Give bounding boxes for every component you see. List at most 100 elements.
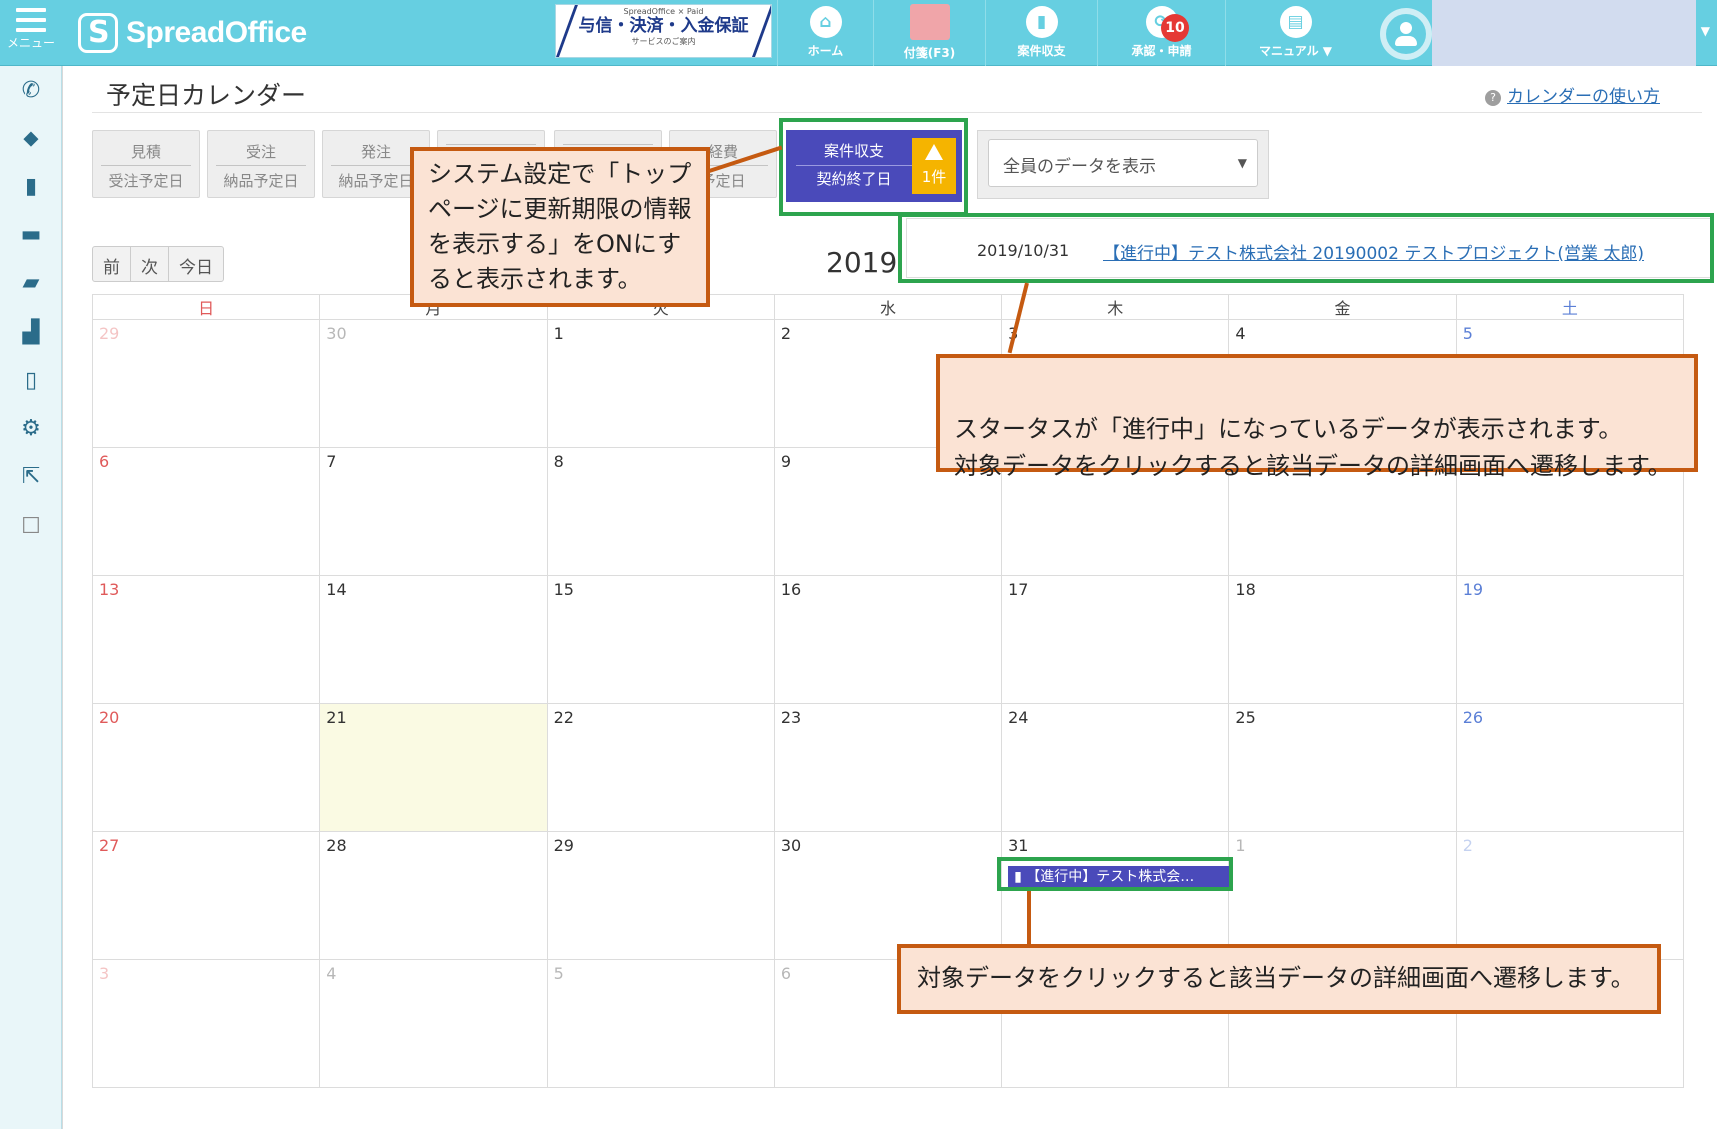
day-cell[interactable]: 26 (1455, 703, 1685, 832)
today-cell[interactable]: 21 (319, 703, 548, 832)
callout-bottom-text: 対象データをクリックすると該当データの詳細画面へ遷移します。 (917, 964, 1635, 992)
nav-home[interactable]: ⌂ ホーム (777, 0, 873, 66)
day-number: 5 (553, 964, 564, 983)
day-cell[interactable]: 29 (546, 831, 775, 960)
day-cell[interactable]: 30 (773, 831, 1003, 960)
day-number: 1 (553, 324, 564, 343)
next-month-button[interactable]: 次 (131, 247, 169, 281)
day-number: 21 (326, 708, 347, 727)
calendar-navigation: 前 次 今日 (92, 246, 224, 282)
day-number: 20 (99, 708, 120, 727)
day-cell[interactable]: 16 (773, 575, 1003, 704)
day-number: 24 (1008, 708, 1029, 727)
day-cell[interactable]: 4 (319, 959, 548, 1088)
day-number: 25 (1235, 708, 1256, 727)
nav-home-label: ホーム (807, 44, 844, 58)
day-cell[interactable]: 15 (546, 575, 775, 704)
day-cell[interactable]: 2 (1455, 831, 1685, 960)
prev-month-button[interactable]: 前 (93, 247, 131, 281)
weekday-sat: 土 (1455, 294, 1685, 320)
day-cell[interactable]: 24 (1001, 703, 1230, 832)
user-avatar[interactable] (1380, 8, 1432, 60)
day-number: 4 (326, 964, 337, 983)
folder-icon[interactable]: ▰ (0, 270, 62, 296)
gear-icon[interactable]: ⚙ (0, 416, 62, 442)
callout-right: スタータスが「進行中」になっているデータが表示されます。 対象データをクリックす… (936, 354, 1698, 480)
bar-chart-icon[interactable]: ▮ (0, 174, 62, 200)
filter-order[interactable]: 受注 納品予定日 (207, 130, 315, 198)
day-number: 13 (99, 580, 120, 599)
day-number: 28 (326, 836, 347, 855)
day-cell[interactable]: 22 (546, 703, 775, 832)
day-cell[interactable]: 31 ▮ 【進行中】テスト株式会… (1001, 831, 1233, 960)
day-number: 2 (780, 324, 792, 343)
day-cell[interactable]: 1 (546, 319, 775, 448)
logo[interactable]: SpreadOffice (78, 10, 307, 56)
tag-icon[interactable]: ⬥ (0, 126, 62, 152)
month-title: 2019 (826, 246, 898, 279)
weekday-sun: 日 (91, 294, 321, 320)
day-number: 31 (1008, 836, 1029, 855)
filter-purchase-label: 発注 (331, 141, 421, 166)
day-number: 29 (99, 324, 120, 343)
user-filter-wrap: 全員のデータを表示 ▼ (977, 130, 1269, 199)
day-cell[interactable]: 7 (319, 447, 548, 576)
day-number: 1 (1235, 836, 1246, 855)
calendar-help-link[interactable]: ? カレンダーの使い方 (1485, 82, 1660, 107)
day-cell[interactable]: 30 (319, 319, 548, 448)
user-menu[interactable]: ▼ (1432, 0, 1710, 66)
day-cell[interactable]: 28 (319, 831, 548, 960)
highlight-calendar-event (997, 857, 1233, 891)
sticky-note-icon (909, 4, 950, 40)
page-title: 予定日カレンダー (106, 81, 307, 110)
day-cell[interactable]: 25 (1228, 703, 1457, 832)
day-number: 30 (326, 324, 347, 343)
day-number: 23 (780, 708, 802, 727)
day-number: 5 (1462, 324, 1473, 343)
nav-approval-label: 承認・申請 (1131, 44, 1192, 58)
day-cell[interactable]: 5 (546, 959, 775, 1088)
day-cell[interactable]: 20 (91, 703, 321, 832)
day-cell[interactable]: 14 (319, 575, 548, 704)
nav-project-balance[interactable]: ▮ 案件収支 (985, 0, 1097, 66)
week-row: 20 21 22 23 24 25 26 (91, 703, 1685, 832)
filter-estimate[interactable]: 見積 受注予定日 (92, 130, 200, 198)
guarantee-service-banner[interactable]: SpreadOffice × Paid 与信・決済・入金保証 サービスのご案内 (555, 4, 772, 58)
nav-sticky-note[interactable]: 付箋(F3) (873, 0, 985, 66)
day-number: 14 (326, 580, 347, 599)
day-number: 15 (553, 580, 574, 599)
external-link-icon[interactable]: ⇱ (0, 464, 62, 490)
day-cell[interactable]: 27 (91, 831, 321, 960)
menu-button[interactable]: メニュー (0, 0, 62, 66)
day-cell[interactable]: 23 (773, 703, 1003, 832)
day-cell[interactable]: 13 (91, 575, 321, 704)
day-cell[interactable]: 8 (546, 447, 775, 576)
day-cell[interactable]: 1 (1228, 831, 1457, 960)
day-number: 4 (1235, 324, 1246, 343)
day-cell[interactable]: 29 (91, 319, 321, 448)
day-cell[interactable]: 18 (1228, 575, 1457, 704)
day-cell[interactable]: 19 (1455, 575, 1685, 704)
card-icon[interactable]: ▬ (0, 222, 62, 248)
sidebar: ✆ ⬥ ▮ ▬ ▰ ▟ ▯ ⚙ ⇱ ☐ (0, 66, 62, 1129)
document-icon[interactable]: ▯ (0, 368, 62, 394)
hamburger-icon (16, 8, 46, 32)
top-navigation-bar: メニュー SpreadOffice SpreadOffice × Paid 与信… (0, 0, 1717, 66)
weekday-header-row: 日 月 火 水 木 金 土 (91, 294, 1685, 320)
nav-sticky-note-label: 付箋(F3) (903, 46, 956, 60)
signal-icon[interactable]: ▟ (0, 320, 62, 346)
day-cell[interactable]: 3 (91, 959, 321, 1088)
phone-icon[interactable]: ✆ (0, 78, 62, 104)
user-filter-select[interactable]: 全員のデータを表示 ▼ (988, 139, 1258, 187)
today-button[interactable]: 今日 (169, 247, 223, 281)
nav-manual[interactable]: ▤ マニュアル ▼ (1225, 0, 1365, 66)
week-row: 27 28 29 30 31 ▮ 【進行中】テスト株式会… 1 2 (91, 831, 1685, 960)
filter-hidden-1-label (446, 141, 536, 145)
day-number: 18 (1235, 580, 1256, 599)
weekday-fri: 金 (1228, 294, 1457, 320)
nav-approval[interactable]: ⟳ 承認・申請 10 (1097, 0, 1225, 66)
day-cell[interactable]: 17 (1001, 575, 1230, 704)
day-cell[interactable]: 6 (91, 447, 321, 576)
filter-hidden-2-label (563, 141, 653, 145)
checkbox-icon[interactable]: ☐ (0, 514, 62, 540)
